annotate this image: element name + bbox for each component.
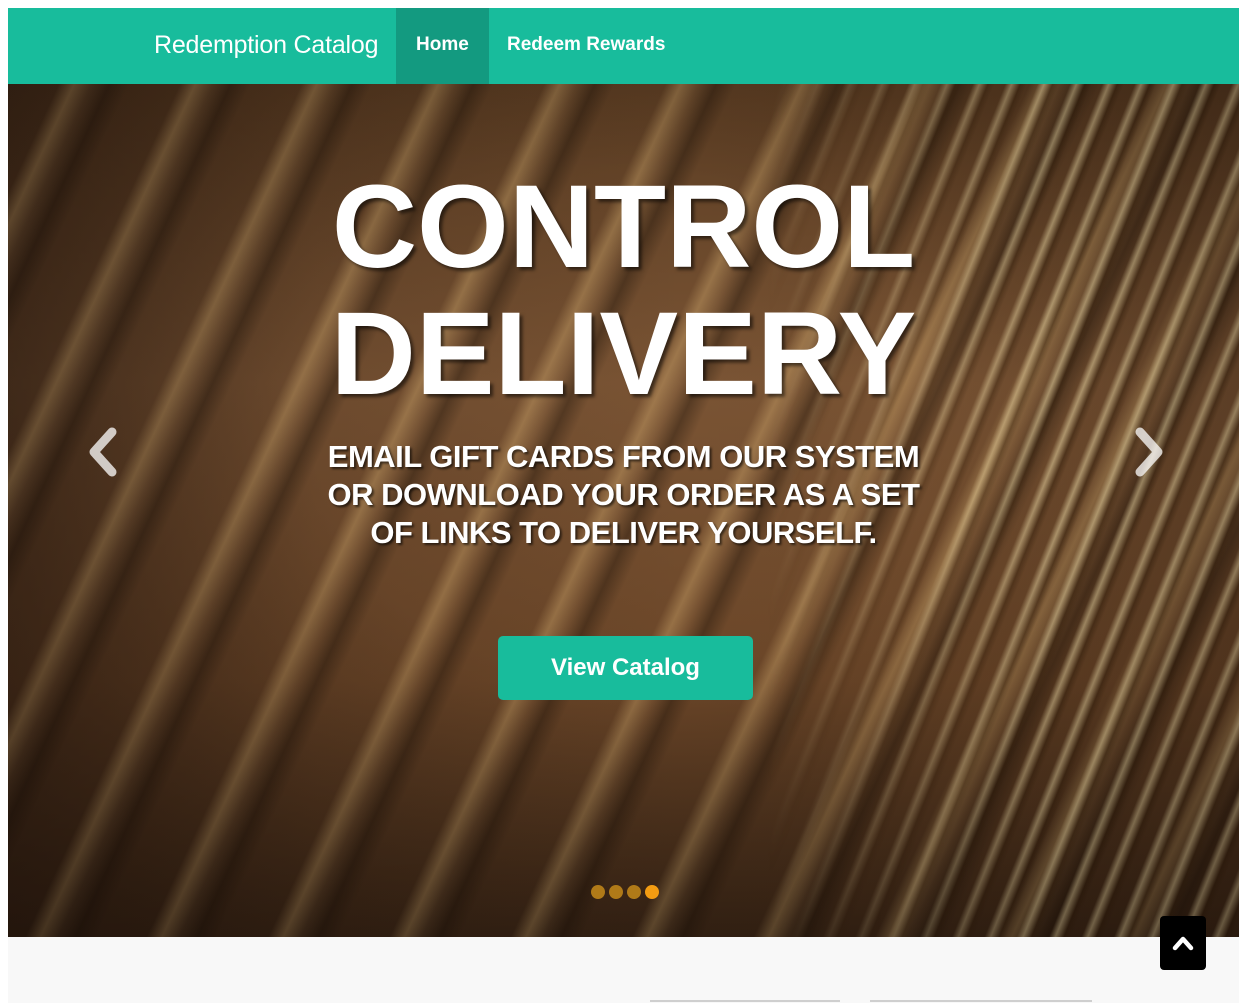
- page: Redemption Catalog Home Redeem Rewards C…: [8, 8, 1239, 1003]
- chevron-up-icon: [1172, 936, 1194, 951]
- carousel-indicator-1[interactable]: [591, 885, 605, 899]
- hero-headline: CONTROL DELIVERY: [8, 164, 1239, 418]
- section-divider: [870, 1000, 1092, 1002]
- content-section: [8, 937, 1239, 1003]
- carousel-indicator-3[interactable]: [627, 885, 641, 899]
- carousel-indicators: [591, 885, 659, 901]
- chevron-left-icon: [89, 427, 117, 477]
- top-navbar: Redemption Catalog Home Redeem Rewards: [8, 8, 1239, 84]
- chevron-right-icon: [1135, 427, 1163, 477]
- nav-home[interactable]: Home: [396, 8, 489, 84]
- hero-subheading: Email gift cards from our system or down…: [327, 439, 920, 550]
- carousel-indicator-4[interactable]: [645, 885, 659, 899]
- carousel-prev-button[interactable]: [84, 422, 124, 482]
- brand-link[interactable]: Redemption Catalog: [154, 8, 379, 84]
- hero-carousel: CONTROL DELIVERY Email gift cards from o…: [8, 84, 1239, 937]
- scroll-to-top-button[interactable]: [1160, 916, 1206, 970]
- view-catalog-button[interactable]: View Catalog: [498, 636, 753, 700]
- nav-redeem-rewards[interactable]: Redeem Rewards: [487, 8, 685, 84]
- section-divider: [650, 1000, 840, 1002]
- hero-headline-line2: DELIVERY: [330, 288, 917, 420]
- hero-headline-line1: CONTROL: [331, 161, 916, 293]
- carousel-next-button[interactable]: [1128, 422, 1168, 482]
- carousel-indicator-2[interactable]: [609, 885, 623, 899]
